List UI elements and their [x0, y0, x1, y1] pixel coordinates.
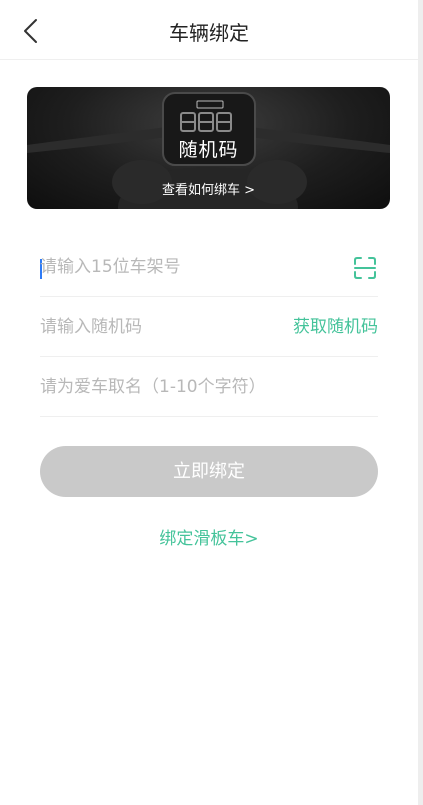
bind-scooter-link[interactable]: 绑定滑板车>	[0, 524, 418, 549]
get-random-code-button[interactable]: 获取随机码	[293, 298, 378, 357]
banner-title: 随机码	[178, 139, 239, 161]
how-to-bind-link[interactable]: 查看如何绑车 >	[27, 179, 390, 198]
bind-now-button[interactable]: 立即绑定	[40, 446, 378, 497]
vehicle-name-field[interactable]: 请为爱车取名（1-10个字符）	[40, 358, 378, 417]
random-code-placeholder: 请输入随机码	[40, 317, 142, 337]
scan-icon[interactable]	[352, 255, 378, 281]
page-title: 车辆绑定	[169, 21, 249, 45]
nav-bar: 车辆绑定	[0, 0, 418, 60]
frame-number-placeholder: 请输入15位车架号	[40, 257, 181, 277]
frame-number-field[interactable]: 请输入15位车架号	[40, 238, 378, 297]
vehicle-name-placeholder: 请为爱车取名（1-10个字符）	[40, 377, 266, 397]
how-to-bind-banner[interactable]: 随机码 查看如何绑车 >	[27, 87, 390, 209]
random-code-field[interactable]: 请输入随机码 获取随机码	[40, 298, 378, 357]
scrollbar-track	[418, 0, 423, 805]
